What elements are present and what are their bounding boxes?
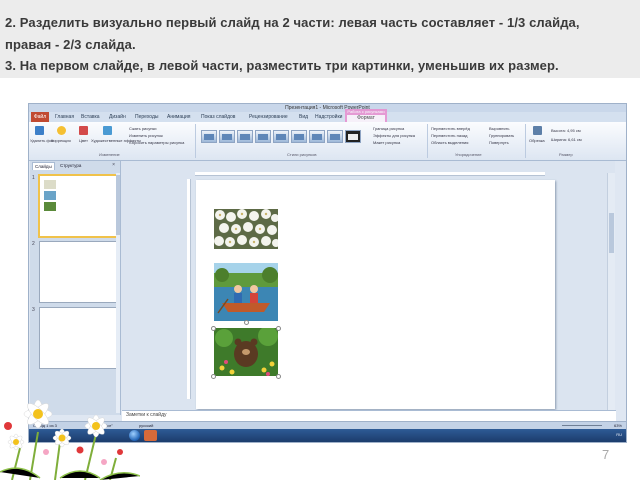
sun-icon[interactable] — [57, 126, 66, 135]
window-title: Презентация1 - Microsoft PowerPoint — [285, 105, 370, 111]
bear-picture[interactable] — [214, 328, 278, 376]
resize-handle[interactable] — [211, 326, 216, 331]
tab-addins[interactable]: Надстройки — [315, 112, 342, 122]
zoom-slider[interactable] — [562, 425, 602, 426]
instruction-line-2: правая - 2/3 слайда. — [5, 37, 136, 52]
styles-group-label: Стили рисунков — [287, 152, 317, 157]
picture-effects-button[interactable]: Эффекты для рисунка — [373, 133, 415, 138]
slides-panel: Слайды Структура × 1 2 3 — [30, 161, 121, 415]
instruction-line-3: 3. На первом слайде, в левой части, разм… — [5, 58, 559, 73]
crop-icon[interactable] — [533, 126, 542, 135]
resize-handle[interactable] — [276, 326, 281, 331]
slide-number: 3 — [32, 307, 35, 313]
send-backward-button[interactable]: Переместить назад — [431, 133, 467, 138]
slide-number: 1 — [32, 175, 35, 181]
picture-style-5[interactable] — [273, 130, 289, 143]
system-tray: RU — [616, 432, 622, 437]
color-label: Цвет — [79, 138, 88, 143]
ribbon-separator — [195, 124, 196, 158]
mini-bear-thumb — [44, 202, 56, 211]
mini-boat-thumb — [44, 191, 56, 200]
flowers-picture[interactable] — [214, 209, 278, 249]
tab-insert[interactable]: Вставка — [81, 112, 100, 122]
notes-pane[interactable]: Заметки к слайду — [122, 410, 616, 421]
tab-transitions[interactable]: Переходы — [135, 112, 158, 122]
picture-style-6[interactable] — [291, 130, 307, 143]
instructions-panel: 2. Разделить визуально первый слайд на 2… — [0, 0, 640, 78]
reset-picture-button[interactable]: Сбросить параметры рисунка — [129, 140, 184, 145]
picture-style-7[interactable] — [309, 130, 325, 143]
corrections-label: Коррекция — [51, 138, 71, 143]
arrange-group-label: Упорядочение — [455, 152, 482, 157]
title-bar: Презентация1 - Microsoft PowerPoint — [29, 104, 626, 118]
tab-review[interactable]: Рецензирование — [249, 112, 288, 122]
slide-number: 2 — [32, 241, 35, 247]
tab-design[interactable]: Дизайн — [109, 112, 126, 122]
crop-label: Обрезка — [529, 138, 545, 143]
editing-canvas — [121, 161, 615, 410]
boat-picture[interactable] — [214, 263, 278, 321]
instruction-line-1: 2. Разделить визуально первый слайд на 2… — [5, 15, 580, 30]
resize-handle[interactable] — [211, 374, 216, 379]
group-button[interactable]: Группировать — [489, 133, 514, 138]
picture-style-9[interactable] — [345, 130, 361, 143]
slide-thumbnail-1[interactable] — [38, 174, 120, 238]
panel-scrollbar[interactable] — [116, 173, 120, 413]
vertical-scrollbar[interactable] — [607, 173, 615, 410]
rotate-button[interactable]: Повернуть — [489, 140, 509, 145]
ribbon-separator — [427, 124, 428, 158]
picture-style-2[interactable] — [219, 130, 235, 143]
horizontal-ruler — [195, 172, 545, 176]
selection-pane-button[interactable]: Область выделения — [431, 140, 468, 145]
close-icon[interactable]: × — [112, 162, 115, 168]
height-field[interactable]: Высота: 4,95 см — [551, 128, 581, 133]
window-controls[interactable] — [602, 105, 624, 118]
width-field[interactable]: Ширина: 6,61 см — [551, 137, 582, 142]
picture-style-4[interactable] — [255, 130, 271, 143]
tab-home[interactable]: Главная — [55, 112, 74, 122]
adjust-group-label: Изменение — [99, 152, 120, 157]
align-button[interactable]: Выровнять — [489, 126, 509, 131]
panel-tabs: Слайды Структура × — [32, 161, 118, 170]
picture-layout-button[interactable]: Макет рисунка — [373, 140, 400, 145]
daisy-decoration — [0, 399, 140, 480]
ribbon: Удалить фон Коррекция Цвет Художественны… — [29, 122, 626, 161]
tab-animations[interactable]: Анимация — [167, 112, 190, 122]
artistic-effects-icon[interactable] — [103, 126, 112, 135]
bring-forward-button[interactable]: Переместить вперёд — [431, 126, 470, 131]
resize-handle[interactable] — [276, 374, 281, 379]
slide-1[interactable] — [196, 180, 555, 409]
tab-slideshow[interactable]: Показ слайдов — [201, 112, 235, 122]
vertical-ruler — [187, 179, 191, 399]
tab-slides[interactable]: Слайды — [32, 162, 55, 170]
picture-border-button[interactable]: Граница рисунка — [373, 126, 404, 131]
remove-background-icon[interactable] — [35, 126, 44, 135]
resize-handle[interactable] — [244, 320, 249, 325]
picture-style-8[interactable] — [327, 130, 343, 143]
context-tab-label: Формат — [347, 115, 385, 122]
slide-thumbnail-2[interactable] — [39, 241, 119, 303]
picture-style-1[interactable] — [201, 130, 217, 143]
ribbon-separator — [525, 124, 526, 158]
compress-pictures-button[interactable]: Сжать рисунки — [129, 126, 156, 131]
slide-thumbnail-3[interactable] — [39, 307, 119, 369]
mini-flowers-thumb — [44, 180, 56, 189]
tab-view[interactable]: Вид — [299, 112, 308, 122]
tab-file[interactable]: Файл — [31, 112, 49, 122]
powerpoint-taskbar-icon[interactable] — [144, 430, 157, 441]
color-icon[interactable] — [79, 126, 88, 135]
tab-outline[interactable]: Структура — [58, 162, 83, 169]
change-picture-button[interactable]: Изменить рисунок — [129, 133, 163, 138]
size-group-label: Размер — [559, 152, 573, 157]
ribbon-tabs: Файл Главная Вставка Дизайн Переходы Ани… — [29, 109, 626, 122]
picture-style-3[interactable] — [237, 130, 253, 143]
tab-picture-format[interactable]: Работа с рисунками Формат — [345, 109, 387, 122]
page-number: 7 — [602, 447, 610, 462]
